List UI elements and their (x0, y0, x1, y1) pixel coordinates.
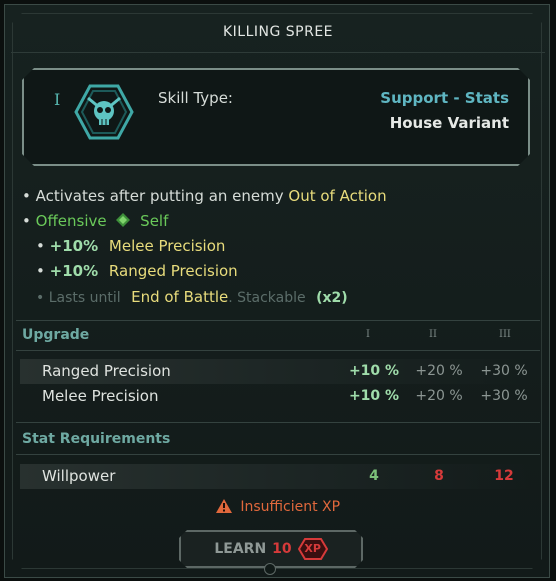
upgrade-value: +30 % (480, 363, 528, 379)
skill-variant: House Variant (389, 114, 509, 132)
requirement-value-met: 4 (369, 468, 379, 484)
learn-label: LEARN (214, 541, 267, 557)
effect-trigger-text: Activates after putting an enemy (35, 187, 284, 205)
effect-trigger-keyword: Out of Action (288, 187, 387, 205)
upgrade-value-current: +10 % (348, 388, 400, 404)
warning-text: Insufficient XP (240, 499, 341, 515)
melee-bonus-value: +10% (49, 237, 99, 255)
melee-bonus-label: Melee Precision (108, 237, 226, 255)
insufficient-xp-warning: Insufficient XP (0, 499, 556, 515)
upgrade-row-label: Melee Precision (42, 387, 159, 405)
bullet: • (36, 262, 45, 280)
effect-melee-line: • +10% Melee Precision (36, 237, 225, 255)
requirements-header-rule (16, 454, 540, 455)
skill-type-label: Skill Type: (158, 89, 233, 107)
effect-duration-line: • Lasts until End of Battle. Stackable (… (36, 288, 348, 306)
level-3-header: III (499, 329, 511, 340)
stack-count: (x2) (316, 290, 348, 306)
effect-ranged-line: • +10% Ranged Precision (36, 262, 238, 280)
skull-crossed-swords-icon (74, 84, 134, 140)
requirements-heading: Stat Requirements (22, 431, 171, 447)
ranged-bonus-value: +10% (49, 262, 99, 280)
requirement-row-label: Willpower (42, 467, 116, 485)
effect-target-line: • Offensive Self (22, 212, 168, 230)
stackable-label: Stackable (237, 290, 306, 306)
upgrade-value: +30 % (480, 388, 528, 404)
title-divider (11, 52, 545, 53)
bullet: • (36, 290, 45, 306)
bullet: • (22, 187, 31, 205)
upgrade-divider (16, 320, 540, 321)
scroll-indicator-icon (264, 563, 276, 575)
upgrade-value-current: +10 % (348, 363, 400, 379)
learn-cost: 10 (272, 541, 292, 557)
skill-rank: I (54, 90, 61, 109)
requirement-value-unmet: 8 (434, 468, 444, 484)
upgrade-row-label: Ranged Precision (42, 362, 171, 380)
bullet: • (36, 237, 45, 255)
self-target-icon (116, 213, 131, 227)
skill-type-value: Support - Stats (380, 89, 509, 107)
upgrade-value: +20 % (415, 363, 463, 379)
self-tag: Self (140, 212, 169, 230)
requirement-value-unmet: 12 (494, 468, 514, 484)
level-2-header: II (429, 329, 437, 340)
ranged-bonus-label: Ranged Precision (108, 262, 238, 280)
warning-triangle-icon (215, 499, 232, 513)
duration-prefix: Lasts until (48, 290, 121, 306)
skill-title: KILLING SPREE (222, 24, 334, 40)
xp-badge: XP (298, 538, 328, 560)
upgrade-header-rule (16, 350, 540, 351)
upgrade-heading: Upgrade (22, 327, 90, 343)
requirements-divider (16, 422, 540, 423)
duration-keyword: End of Battle (131, 288, 229, 306)
effect-trigger-line: • Activates after putting an enemy Out o… (22, 187, 387, 205)
xp-badge-text: XP (304, 542, 321, 555)
duration-separator: . (228, 290, 233, 306)
bullet: • (22, 212, 31, 230)
offensive-tag: Offensive (35, 212, 107, 230)
upgrade-value: +20 % (415, 388, 463, 404)
level-1-header: I (366, 329, 370, 340)
